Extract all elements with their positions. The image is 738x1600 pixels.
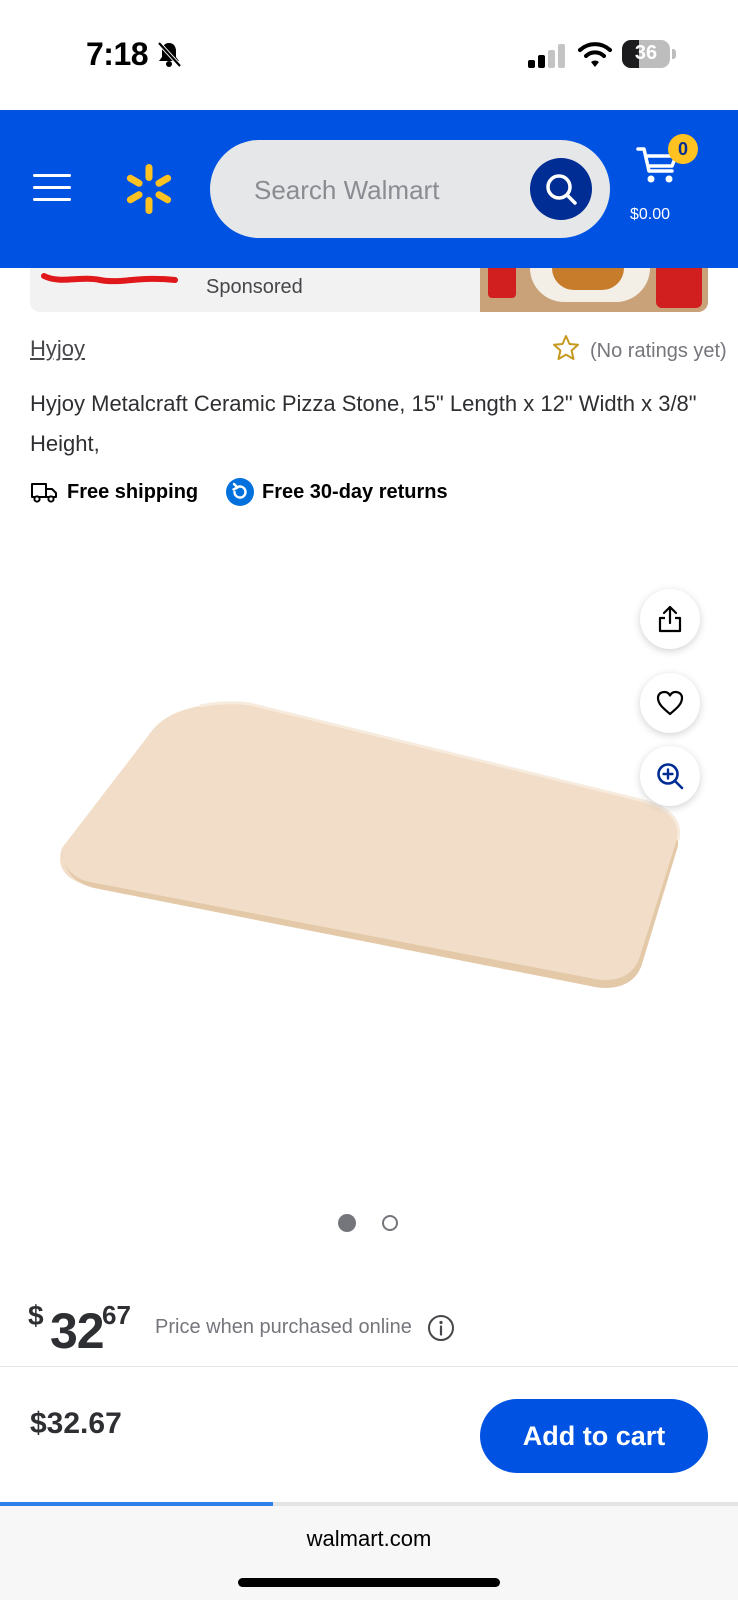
favorite-button[interactable] [640,673,700,733]
returns-icon [226,478,254,506]
battery-icon: 36 [622,40,670,68]
info-icon[interactable] [427,1314,455,1342]
advertiser-logo [41,273,178,285]
product-image-carousel[interactable] [0,530,738,1210]
carousel-dot[interactable] [382,1215,398,1231]
cart-total: $0.00 [630,206,671,223]
price-currency: $ [28,1300,44,1331]
price-cents: 67 [102,1300,131,1330]
home-indicator[interactable] [238,1578,500,1587]
walmart-spark-icon[interactable] [122,162,176,216]
banner-image [480,268,708,312]
hamburger-menu-icon-bar [33,198,71,201]
star-outline-icon [553,335,579,360]
site-header: 0 $0.00 [0,110,738,268]
search-input[interactable] [254,172,524,208]
free-returns-text: Free 30-day returns [262,481,448,503]
search-button[interactable] [530,158,592,220]
rating-text: (No ratings yet) [590,340,727,362]
cellular-signal-icon [528,44,565,68]
zoom-button[interactable] [640,746,700,806]
battery-percent: 36 [634,42,658,64]
product-image [60,701,681,988]
sponsored-banner[interactable]: Sponsored [30,268,708,312]
url-text[interactable]: walmart.com [0,1526,738,1552]
hamburger-menu-icon-bar [33,186,71,189]
price-note: Price when purchased online [155,1316,412,1338]
add-to-cart-button[interactable]: Add to cart [480,1399,708,1473]
sticky-add-to-cart-bar: $32.67 Add to cart [0,1366,738,1502]
search-bar [210,140,610,238]
cart-count-badge: 0 [668,134,698,164]
brand-link[interactable]: Hyjoy [30,336,85,362]
hamburger-menu-icon [33,174,71,177]
wifi-icon [578,42,612,67]
battery-tip [672,49,676,59]
battery-indicator: 36 [622,40,676,68]
truck-icon [31,483,57,503]
soda-can-image [656,268,702,308]
soda-can-image [488,268,516,298]
zoom-in-icon [657,763,684,790]
browser-address-bar[interactable]: walmart.com [0,1506,738,1600]
price-whole: 32 [50,1303,105,1359]
sticky-price: $32.67 [30,1407,122,1440]
carousel-dot-active[interactable] [338,1214,356,1232]
status-bar: 7:18 36 [0,0,738,110]
menu-button[interactable] [30,170,74,206]
product-title: Hyjoy Metalcraft Ceramic Pizza Stone, 15… [30,391,697,456]
heart-outline-icon [656,690,684,716]
share-button[interactable] [640,589,700,649]
bell-slash-icon [157,41,182,68]
share-icon [658,605,682,633]
search-icon [546,174,577,205]
cart-button[interactable]: 0 $0.00 [630,134,724,236]
status-time: 7:18 [86,36,149,72]
food-image [552,268,624,290]
sponsored-label: Sponsored [206,276,303,298]
fulfillment-badges: Free shipping Free 30-day returns [30,476,720,508]
free-shipping-text: Free shipping [67,481,199,503]
